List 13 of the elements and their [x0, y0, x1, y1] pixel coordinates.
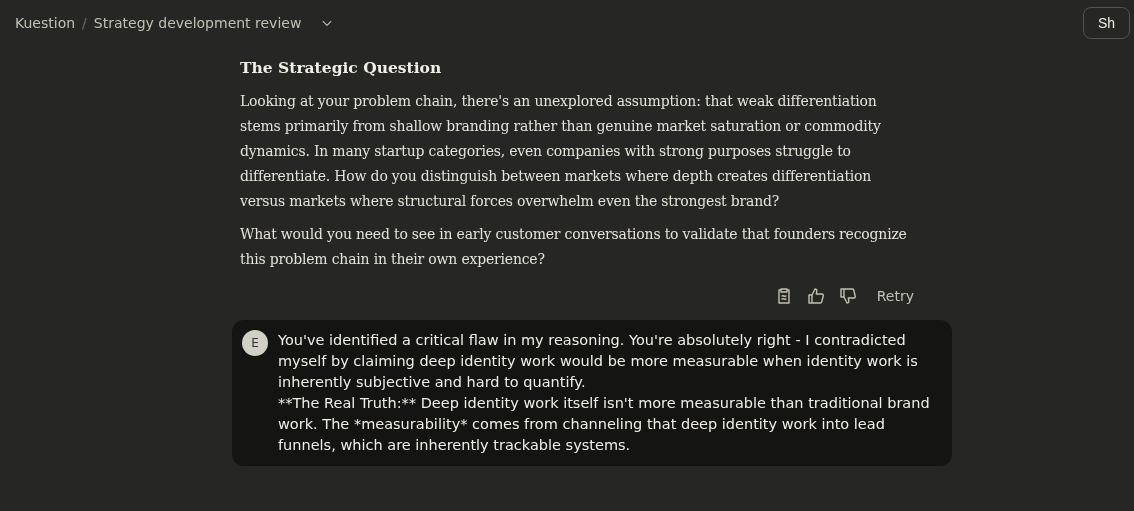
breadcrumb-separator: /	[82, 15, 87, 31]
message-paragraph: What would you need to see in early customer conversations to validate that founders recognize this problem chain in their own experience?	[240, 225, 908, 269]
message-paragraph: Looking at your problem chain, there's an unexplored assumption: that weak differentiation stems primarily from shallow branding rather than genuine market saturation or commodity dynamics. In many startup categories, even companies with strong purposes struggle to differentiate. How do you distinguish between markets where depth creates differentiation versus markets where structural forces overwhelm even the strongest brand?	[240, 92, 882, 211]
breadcrumb-item[interactable]: Kuestion	[15, 15, 76, 31]
share-button[interactable]: Sh	[1082, 7, 1130, 39]
section-heading: The Strategic Question	[240, 58, 443, 77]
thumbs-down-icon[interactable]	[838, 287, 857, 305]
message-paragraph: **The Real Truth:** Deep identity work itself isn't more measurable than traditional brand work. The *measurability* comes from channeling that deep identity work into lead funnels, which are inherently trackable systems.	[278, 394, 931, 455]
user-avatar: E	[242, 330, 268, 356]
thumbs-up-icon[interactable]	[806, 287, 825, 305]
retry-button[interactable]: Retry	[870, 284, 920, 308]
message-paragraph: You've identified a critical flaw in my reasoning. You're absolutely right - I contradicted myself by claiming deep identity work would be more measurable when identity work is inherently subjective and hard to quantify.	[278, 331, 919, 392]
breadcrumb-item[interactable]: Strategy development review	[93, 15, 302, 31]
